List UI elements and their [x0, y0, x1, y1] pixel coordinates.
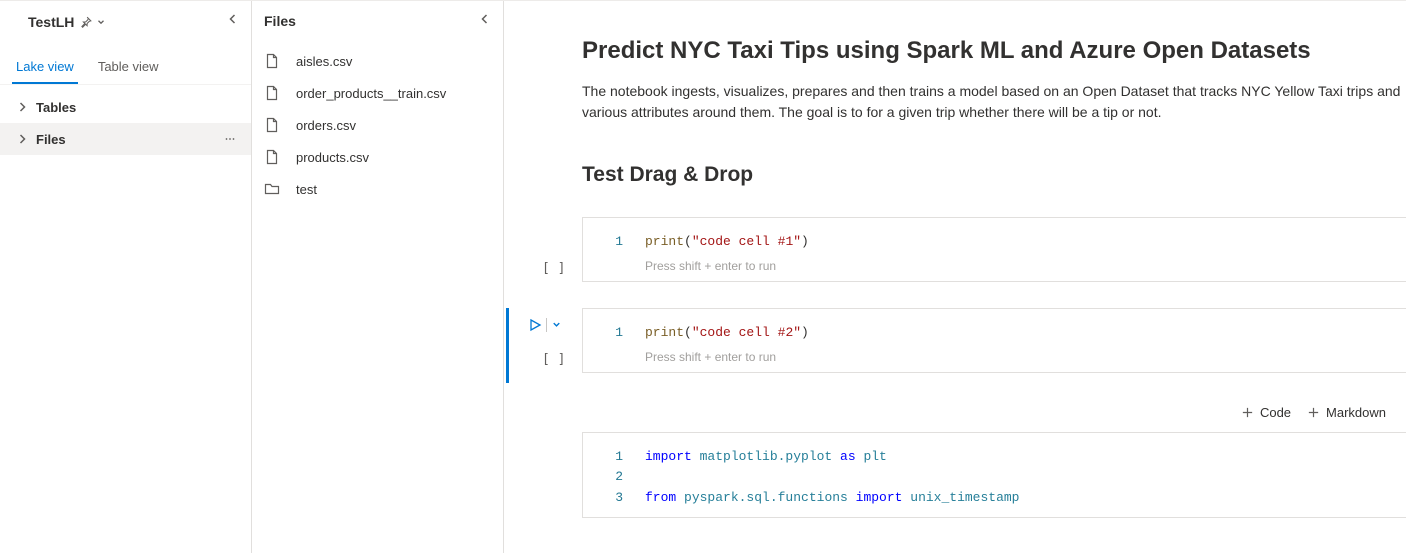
- files-collapse[interactable]: [475, 9, 495, 29]
- file-name: orders.csv: [296, 118, 356, 133]
- file-icon: [264, 85, 280, 101]
- line-number: 2: [599, 467, 623, 488]
- insert-code-label: Code: [1260, 405, 1291, 420]
- tab-table-view[interactable]: Table view: [94, 49, 163, 84]
- code-text: print("code cell #1"): [645, 232, 809, 253]
- code-text: import matplotlib.pyplot as plt: [645, 447, 887, 468]
- lakehouse-title: TestLH: [28, 14, 74, 30]
- files-list: aisles.csv order_products__train.csvorder…: [252, 41, 503, 209]
- file-row[interactable]: test: [252, 173, 503, 205]
- run-hint: Press shift + enter to run: [645, 350, 1390, 364]
- tree-node-tables[interactable]: Tables: [0, 91, 251, 123]
- files-panel: Files aisles.csv order_products__train.cs…: [252, 1, 504, 553]
- code-text: from pyspark.sql.functions import unix_t…: [645, 488, 1019, 509]
- folder-icon: [264, 181, 280, 197]
- notebook-heading: Predict NYC Taxi Tips using Spark ML and…: [582, 37, 1406, 65]
- code-text: print("code cell #2"): [645, 323, 809, 344]
- run-options-dropdown[interactable]: [551, 319, 562, 330]
- code-editor[interactable]: 1 print("code cell #1") Press shift + ente…: [582, 217, 1406, 282]
- notebook-intro: The notebook ingests, visualizes, prepar…: [582, 81, 1406, 123]
- chevron-right-icon: [16, 101, 32, 113]
- file-row[interactable]: aisles.csv: [252, 45, 503, 77]
- tree-node-label: Files: [36, 132, 66, 147]
- code-cell[interactable]: 1 import matplotlib.pyplot as plt 23 from p…: [582, 432, 1406, 518]
- file-row[interactable]: products.csv: [252, 141, 503, 173]
- lakehouse-sidebar: TestLH Lake view Table view Tables Files: [0, 1, 252, 553]
- insert-markdown-button[interactable]: Markdown: [1307, 405, 1386, 420]
- insert-code-button[interactable]: Code: [1241, 405, 1291, 420]
- line-number: 3: [599, 488, 623, 509]
- files-panel-title: Files: [264, 13, 296, 29]
- file-row[interactable]: orders.csv: [252, 109, 503, 141]
- plus-icon: [1307, 406, 1320, 419]
- pin-icon[interactable]: [80, 16, 92, 28]
- tree-node-label: Tables: [36, 100, 76, 115]
- more-icon[interactable]: [221, 130, 239, 148]
- file-icon: [264, 117, 280, 133]
- plus-icon: [1241, 406, 1254, 419]
- file-icon: [264, 53, 280, 69]
- view-tabs: Lake view Table view: [0, 49, 251, 85]
- insert-cell-bar: Code Markdown: [582, 399, 1406, 432]
- execution-count: [ ]: [542, 261, 565, 276]
- sidebar-header: TestLH: [0, 1, 251, 41]
- line-number: 1: [599, 232, 623, 253]
- run-cell-button[interactable]: [528, 318, 542, 332]
- tab-lake-view[interactable]: Lake view: [12, 49, 78, 84]
- file-name: test: [296, 182, 317, 197]
- tree-node-files[interactable]: Files: [0, 123, 251, 155]
- line-number: 1: [599, 323, 623, 344]
- chevron-right-icon: [16, 133, 32, 145]
- file-name: aisles.csv: [296, 54, 352, 69]
- code-editor[interactable]: 1 import matplotlib.pyplot as plt 23 from p…: [582, 432, 1406, 518]
- notebook-subheading: Test Drag & Drop: [582, 163, 1406, 187]
- file-name: order_products__train.csv: [296, 86, 446, 101]
- code-cell[interactable]: [ ]1print("code cell #1")Press shift + e…: [582, 217, 1406, 282]
- file-row[interactable]: order_products__train.csv: [252, 77, 503, 109]
- lakehouse-dropdown[interactable]: [96, 17, 106, 27]
- notebook-area: Predict NYC Taxi Tips using Spark ML and…: [504, 1, 1406, 553]
- code-cell[interactable]: [ ]1print("code cell #2")Press shift + e…: [582, 308, 1406, 373]
- file-icon: [264, 149, 280, 165]
- run-hint: Press shift + enter to run: [645, 259, 1390, 273]
- line-number: 1: [599, 447, 623, 468]
- sidebar-collapse[interactable]: [223, 9, 243, 29]
- file-name: products.csv: [296, 150, 369, 165]
- execution-count: [ ]: [542, 352, 565, 367]
- code-editor[interactable]: 1 print("code cell #2") Press shift + ente…: [582, 308, 1406, 373]
- explorer-tree: Tables Files: [0, 85, 251, 161]
- insert-markdown-label: Markdown: [1326, 405, 1386, 420]
